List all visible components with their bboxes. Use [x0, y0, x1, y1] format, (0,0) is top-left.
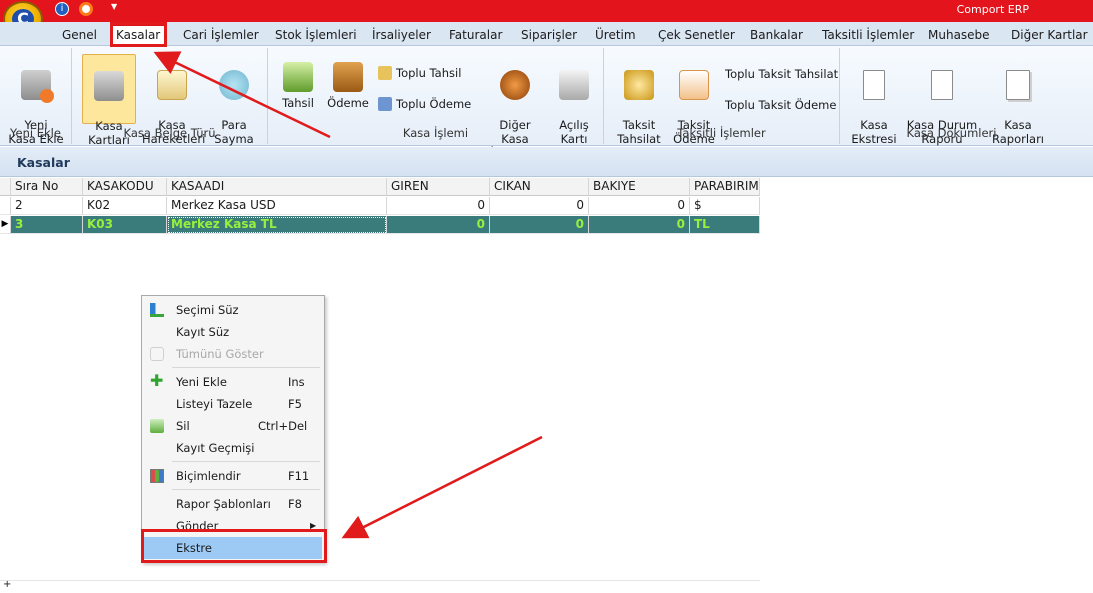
annotation-arrows	[153, 51, 543, 539]
arrow-to-ekstre	[341, 435, 543, 539]
arrow-to-kasalar-tab	[153, 51, 331, 139]
